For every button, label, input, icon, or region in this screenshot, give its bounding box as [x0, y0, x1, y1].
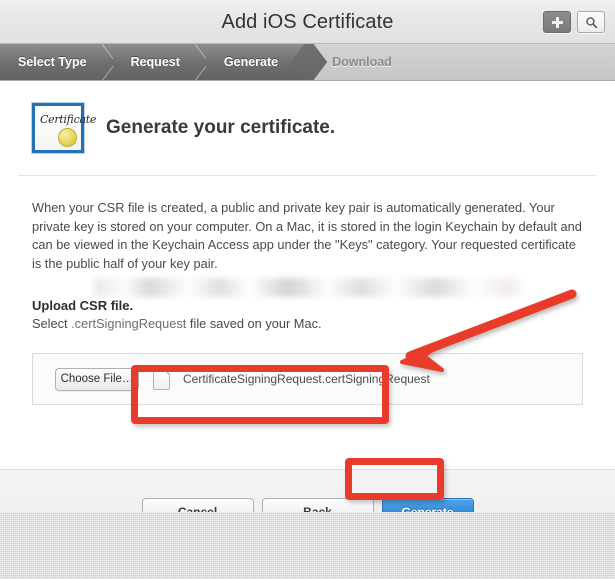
generate-button[interactable]: Generate [381, 498, 474, 512]
breadcrumb: Select Type Request Generate Download [0, 44, 615, 81]
search-button[interactable] [577, 11, 605, 33]
description-paragraph: When your CSR file is created, a public … [32, 200, 582, 271]
breadcrumb-label: Generate [223, 55, 279, 69]
search-icon [585, 16, 597, 28]
breadcrumb-step-request[interactable]: Request [112, 44, 206, 80]
page-title: Add iOS Certificate [221, 11, 394, 33]
breadcrumb-label: Request [130, 55, 180, 69]
add-certificate-window: Add iOS Certificate Select Type Request … [0, 0, 615, 512]
selected-file-name: CertificateSigningRequest.certSigningReq… [183, 372, 430, 386]
cancel-button[interactable]: Cancel [141, 498, 254, 512]
certificate-icon-word: Certificate [40, 113, 97, 126]
selected-file[interactable]: CertificateSigningRequest.certSigningReq… [153, 368, 430, 390]
back-button[interactable]: Back [261, 498, 374, 512]
document-icon [153, 368, 170, 390]
section-heading: Generate your certificate. [106, 117, 336, 138]
breadcrumb-label: Select Type [18, 55, 87, 69]
upload-subtitle-extension: .certSigningRequest [71, 316, 187, 331]
upload-section: Upload CSR file. Select .certSigningRequ… [32, 278, 583, 331]
choose-file-button[interactable]: Choose File… [55, 367, 139, 391]
divider [18, 175, 597, 176]
desktop-background: Add iOS Certificate Select Type Request … [0, 0, 615, 579]
redacted-text-block [94, 278, 526, 297]
section-header: Certificate Generate your certificate. [0, 81, 615, 153]
add-button[interactable] [543, 11, 571, 33]
upload-subtitle: Select .certSigningRequest file saved on… [32, 316, 583, 331]
breadcrumb-step-select-type[interactable]: Select Type [0, 44, 113, 80]
window-titlebar: Add iOS Certificate [0, 0, 615, 44]
upload-title: Upload CSR file. [32, 298, 134, 313]
certificate-seal-icon [59, 129, 76, 146]
certificate-icon: Certificate [32, 103, 96, 153]
plus-icon [551, 16, 563, 28]
main-content: Certificate Generate your certificate. W… [0, 81, 615, 469]
file-picker-panel: Choose File… CertificateSigningRequest.c… [32, 353, 583, 405]
dialog-footer: Cancel Back Generate [0, 469, 615, 512]
upload-subtitle-suffix: file saved on your Mac. [186, 316, 322, 331]
breadcrumb-label: Download [332, 55, 392, 69]
upload-subtitle-prefix: Select [32, 316, 72, 331]
titlebar-button-group [543, 11, 605, 33]
breadcrumb-step-generate[interactable]: Generate [205, 44, 309, 80]
